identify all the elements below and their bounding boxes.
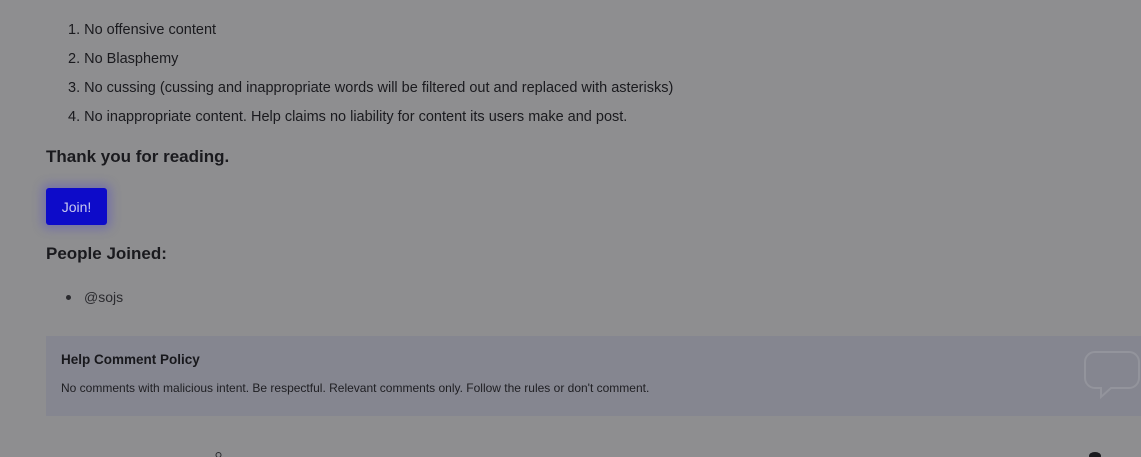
comment-policy-text: No comments with malicious intent. Be re…	[61, 381, 650, 395]
page: 1. No offensive content 2. No Blasphemy …	[0, 0, 1141, 457]
rule-item: 2. No Blasphemy	[68, 51, 179, 67]
thanks-heading: Thank you for reading.	[46, 147, 230, 166]
partial-icon	[215, 452, 222, 457]
comment-policy-title: Help Comment Policy	[61, 352, 200, 367]
join-button[interactable]: Join!	[46, 188, 107, 225]
people-joined-list: @sojs	[66, 287, 123, 307]
rule-item: 4. No inappropriate content. Help claims…	[68, 109, 628, 125]
rule-item: 1. No offensive content	[68, 22, 217, 38]
partial-avatar-icon	[1089, 452, 1101, 457]
bullet-icon	[66, 294, 71, 300]
comment-policy-box: Help Comment Policy No comments with mal…	[46, 336, 1141, 416]
rules-list: 1. No offensive content 2. No Blasphemy …	[68, 16, 673, 132]
speech-bubble-icon	[1084, 351, 1140, 400]
joined-user-item: @sojs	[66, 287, 123, 307]
people-joined-heading: People Joined:	[46, 244, 167, 263]
rule-item: 3. No cussing (cussing and inappropriate…	[68, 80, 674, 96]
joined-user-handle[interactable]: @sojs	[84, 289, 123, 305]
